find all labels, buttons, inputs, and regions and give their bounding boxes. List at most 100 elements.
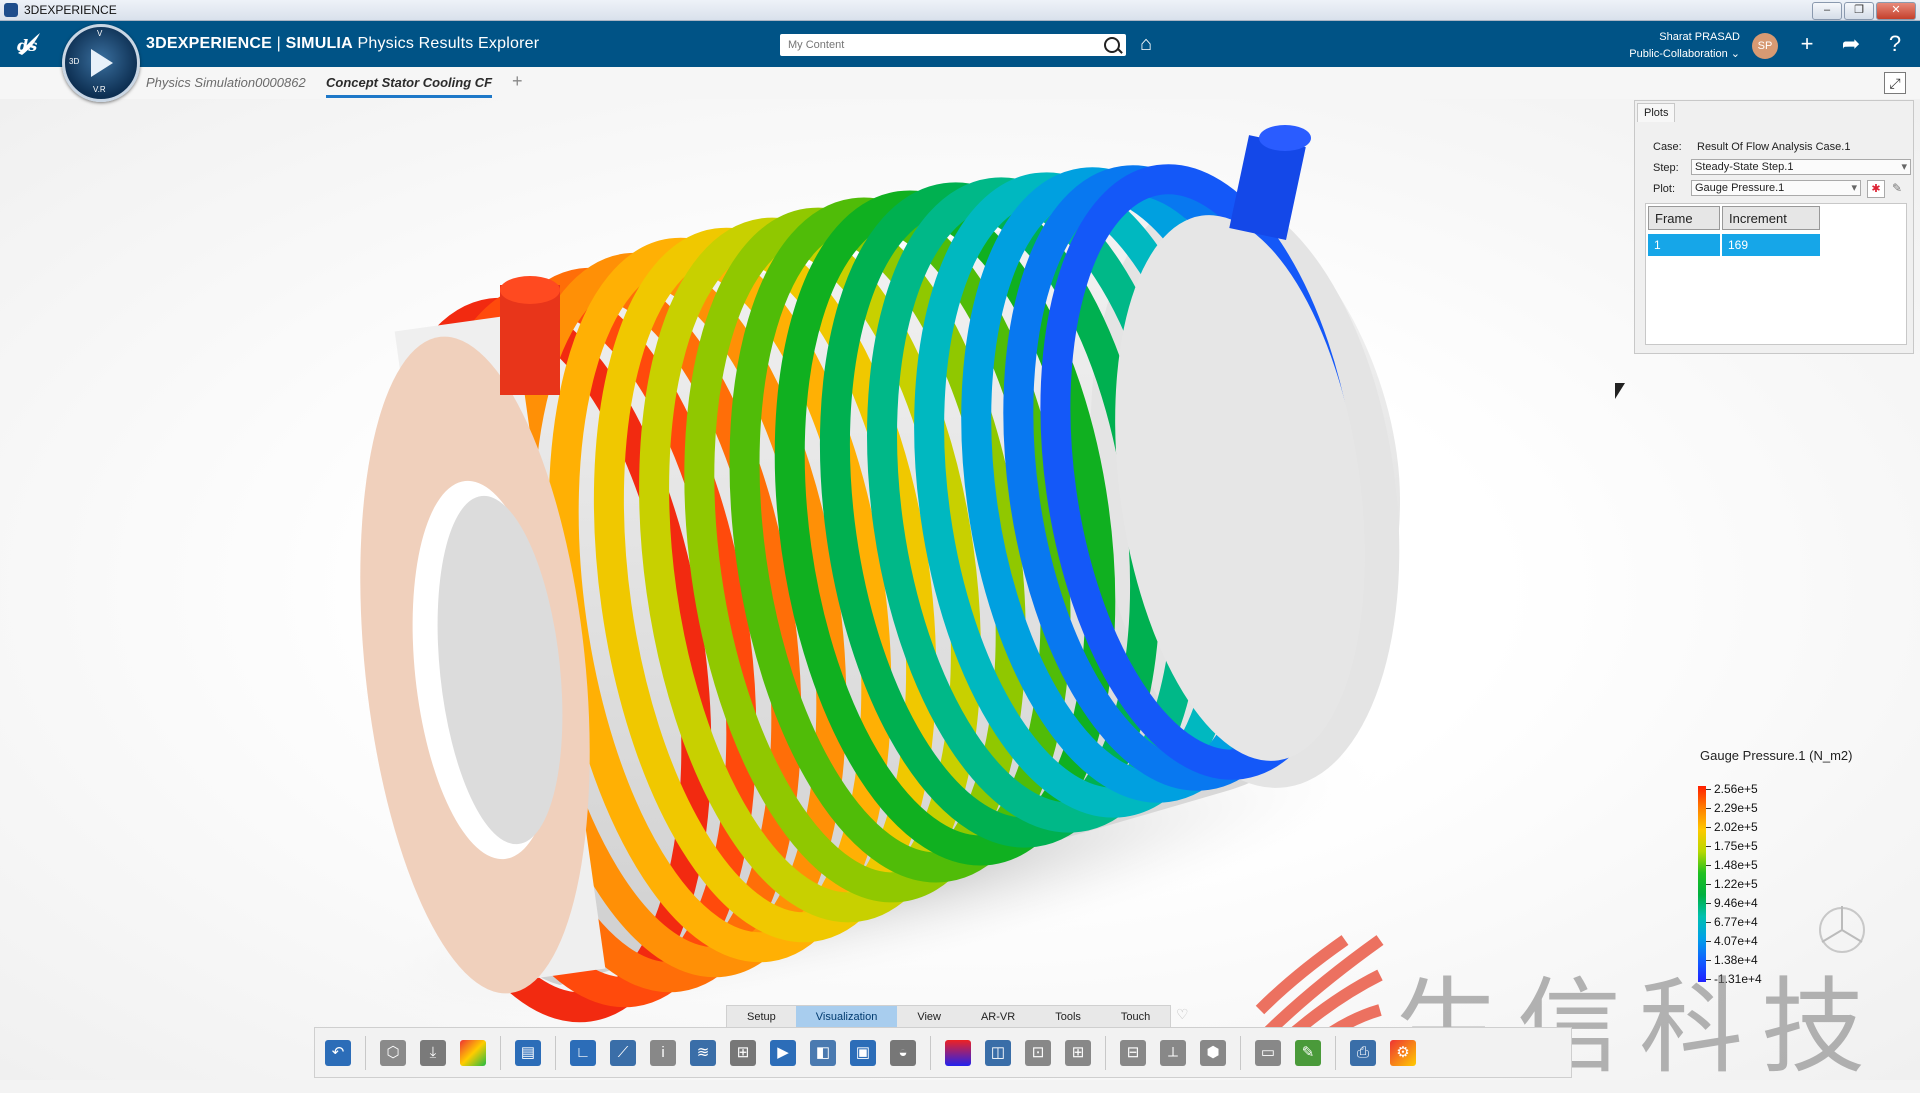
increment-cell[interactable]: 169	[1722, 234, 1820, 256]
slice-icon[interactable]: ⊞	[730, 1039, 756, 1066]
toolbar-separator	[1335, 1035, 1336, 1070]
animate-icon[interactable]: ▶	[770, 1039, 796, 1066]
toolbar-separator	[1240, 1035, 1241, 1070]
compass-bottom-label: V.R	[93, 85, 106, 94]
action-bar: ↶ ⬡ ⤓ ▤ ∟ ⟋ i ≋ ⊞ ▶ ◧ ▣ ◒ ◫ ⊡ ⊞ ⊟ ⟂ ⬢ ▭ …	[314, 1027, 1572, 1078]
tab-touch[interactable]: Touch	[1101, 1006, 1170, 1028]
search-icon[interactable]	[1104, 37, 1120, 53]
case-value: Result Of Flow Analysis Case.1	[1697, 141, 1851, 153]
settings-icon[interactable]: ✎	[1295, 1039, 1321, 1066]
collab-space[interactable]: Public-Collaboration ⌄	[1629, 46, 1740, 63]
tab-plots[interactable]: Plots	[1637, 103, 1676, 122]
edit-icon[interactable]: ✎	[1889, 180, 1905, 196]
restore-button[interactable]: ❐	[1844, 2, 1874, 20]
case-label: Case:	[1653, 141, 1682, 153]
frame-table: Frame Increment 1 169	[1645, 203, 1907, 345]
frame-cell[interactable]: 1	[1648, 234, 1720, 256]
contour-icon[interactable]	[460, 1039, 486, 1066]
streamline-icon[interactable]: ≋	[690, 1039, 716, 1066]
close-button[interactable]: ✕	[1876, 2, 1916, 20]
undo-icon[interactable]: ↶	[325, 1039, 351, 1066]
grid-icon[interactable]: ⊞	[1065, 1039, 1091, 1066]
brand-app-name: Physics Results Explorer	[352, 35, 540, 52]
app-icon	[4, 3, 18, 17]
expand-icon[interactable]: ⤢	[1884, 72, 1906, 94]
legend-value: 1.75e+5	[1706, 839, 1762, 858]
xy-plot-icon[interactable]: ⟋	[610, 1039, 636, 1066]
document-tabs: Physics Simulation0000862 Concept Stator…	[0, 67, 1920, 99]
app-brand: 3DEXPERIENCE | SIMULIA Physics Results E…	[146, 35, 539, 53]
toolbar-separator	[500, 1035, 501, 1070]
user-info[interactable]: Sharat PRASAD Public-Collaboration ⌄	[1629, 29, 1740, 63]
legend-value: 2.29e+5	[1706, 801, 1762, 820]
plot-select[interactable]: Gauge Pressure.1	[1691, 180, 1861, 196]
compass-left-label: 3D	[69, 57, 80, 66]
toolbar-separator	[1105, 1035, 1106, 1070]
tab-setup[interactable]: Setup	[727, 1006, 796, 1028]
legend-value: 1.48e+5	[1706, 858, 1762, 877]
tag-icon[interactable]: ⌂	[1140, 34, 1160, 54]
add-icon[interactable]: +	[1794, 31, 1820, 57]
tab-ar-vr[interactable]: AR-VR	[961, 1006, 1035, 1028]
compass-widget[interactable]: V 3D V.R	[62, 24, 140, 102]
legend-value: 1.22e+5	[1706, 877, 1762, 896]
brand-3dexperience: 3DEXPERIENCE	[146, 35, 272, 52]
user-name: Sharat PRASAD	[1659, 31, 1740, 43]
3d-viewport[interactable]	[0, 99, 1920, 1080]
new-tab-icon[interactable]: +	[512, 71, 523, 92]
share-icon[interactable]: ➦	[1838, 31, 1864, 57]
inlet-pipe	[500, 276, 560, 395]
search-input[interactable]	[780, 34, 1096, 56]
favorite-icon[interactable]: ♡	[1176, 1006, 1189, 1023]
layout-icon[interactable]: ⊡	[1025, 1039, 1051, 1066]
part-icon[interactable]: ⬡	[380, 1039, 406, 1066]
tab-view[interactable]: View	[897, 1006, 961, 1028]
plot-options-icon[interactable]: ✱	[1867, 180, 1885, 198]
tab-tools[interactable]: Tools	[1035, 1006, 1101, 1028]
toolbar-separator	[930, 1035, 931, 1070]
increment-header: Increment	[1722, 206, 1820, 230]
play-icon	[91, 49, 113, 77]
ds-logo-icon: ds	[14, 29, 46, 59]
axis-icon[interactable]: ∟	[570, 1039, 596, 1066]
mouse-cursor-icon	[1615, 383, 1625, 399]
minimize-button[interactable]: –	[1812, 2, 1842, 20]
action-bar-tabs: Setup Visualization View AR-VR Tools Tou…	[726, 1005, 1172, 1029]
legend-value: 2.56e+5	[1706, 782, 1762, 801]
brand-separator: |	[272, 35, 286, 52]
brand-simulia: SIMULIA	[285, 35, 353, 52]
tab-visualization[interactable]: Visualization	[795, 1006, 898, 1028]
search-box	[780, 34, 1126, 56]
legend-title: Gauge Pressure.1 (N_m2)	[1700, 748, 1853, 763]
window-title: 3DEXPERIENCE	[24, 3, 117, 17]
section-icon[interactable]: ◧	[810, 1039, 836, 1066]
report-icon[interactable]: ▭	[1255, 1039, 1281, 1066]
legend-icon[interactable]	[945, 1039, 971, 1066]
cut-icon[interactable]: ▣	[850, 1039, 876, 1066]
view-cube-icon[interactable]: ◫	[985, 1039, 1011, 1066]
split-view-icon[interactable]: ⊟	[1120, 1039, 1146, 1066]
outlet-pipe	[1229, 125, 1311, 241]
avatar[interactable]: SP	[1752, 33, 1778, 59]
tab-concept-stator-cooling[interactable]: Concept Stator Cooling CF	[326, 75, 493, 98]
help-icon[interactable]: ?	[1882, 31, 1908, 57]
step-label: Step:	[1653, 162, 1679, 174]
assembly-icon[interactable]: ⬢	[1200, 1039, 1226, 1066]
table-icon[interactable]: ▤	[515, 1039, 541, 1066]
svg-text:ds: ds	[17, 36, 37, 55]
capture-icon[interactable]: ⎙	[1350, 1039, 1376, 1066]
window-titlebar: 3DEXPERIENCE – ❐ ✕	[0, 0, 1920, 21]
legend-value: 9.46e+4	[1706, 896, 1762, 915]
tab-physics-simulation[interactable]: Physics Simulation0000862	[146, 75, 306, 90]
probe-icon[interactable]: i	[650, 1039, 676, 1066]
options-icon[interactable]: ⚙	[1390, 1039, 1416, 1066]
axes-triad-icon[interactable]: ⟂	[1160, 1039, 1186, 1066]
iso-icon[interactable]: ◒	[890, 1039, 916, 1066]
plots-panel: Plots Case: Result Of Flow Analysis Case…	[1634, 100, 1914, 354]
stator-model[interactable]	[0, 99, 1920, 1080]
plot-label: Plot:	[1653, 183, 1676, 195]
step-select[interactable]: Steady-State Step.1	[1691, 159, 1911, 175]
import-icon[interactable]: ⤓	[420, 1039, 446, 1066]
frame-header: Frame	[1648, 206, 1720, 230]
top-bar: ds 3DEXPERIENCE | SIMULIA Physics Result…	[0, 21, 1920, 67]
